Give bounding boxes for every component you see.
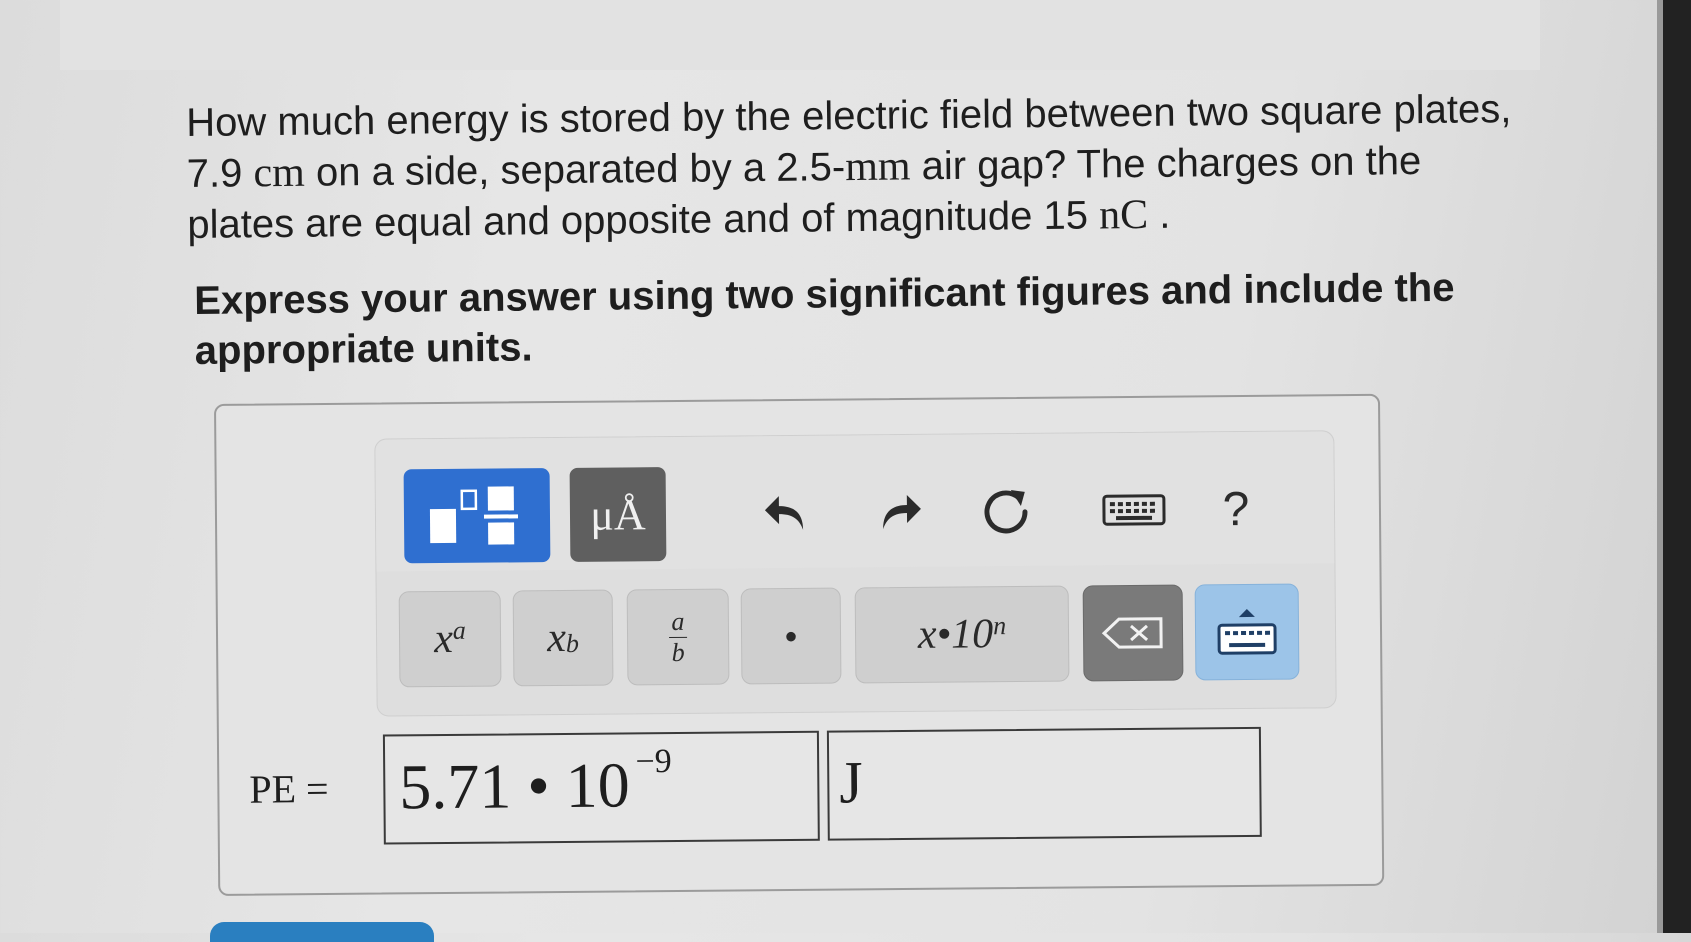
superscript-base: x [434,615,454,663]
multiply-dot-key[interactable]: • [740,587,842,685]
help-label: ? [1222,482,1250,536]
sci-base: x•10 [917,611,994,658]
superscript-exponent: a [452,615,466,645]
question-line-2-end: air gap? The charges on the [921,139,1422,189]
subscript-base: x [547,614,567,662]
answer-unit: J [839,749,863,816]
subscript-key[interactable]: xb [512,589,614,687]
reset-button[interactable] [976,476,1037,547]
answer-exponent: −9 [635,742,672,781]
answer-mantissa: 5.71 • 10 [399,749,631,823]
submit-button[interactable] [210,922,434,942]
side-length-unit: cm [253,149,306,197]
backspace-icon [1101,617,1163,649]
question-text: How much energy is stored by the electri… [186,83,1578,251]
header-band [60,0,1540,70]
fraction-numerator: a [671,606,685,636]
help-button[interactable]: ? [1206,474,1267,545]
dot-label: • [783,613,799,659]
answer-panel: μÅ ? x a x b a b • x•10 n PE = 5.71 • 10… [214,393,1385,896]
redo-button[interactable] [868,477,929,548]
keyboard-toggle-button[interactable] [1096,475,1173,546]
backspace-key[interactable] [1082,584,1184,682]
question-line-3-text: plates are equal and opposite and of mag… [187,193,1089,247]
superscript-key[interactable]: xa [398,590,502,688]
monitor-bezel [1663,0,1691,933]
keyboard-expand-key[interactable] [1194,583,1300,681]
question-line-1: How much energy is stored by the electri… [186,87,1512,145]
templates-icon [429,486,519,545]
scientific-notation-key[interactable]: x•10 n [854,585,1070,684]
sci-exponent: n [993,611,1007,641]
answer-label: PE = [249,766,329,812]
subscript-index: b [565,628,580,658]
units-label: μÅ [590,489,646,540]
keyboard-caret-icon [1217,608,1277,655]
gap-unit: mm [844,143,911,191]
question-period: . [1158,192,1171,237]
answer-value-input[interactable]: 5.71 • 10 −9 [382,730,820,845]
keyboard-icon [1102,494,1166,526]
fraction-denominator: b [671,637,685,667]
redo-icon [883,494,921,530]
units-button[interactable]: μÅ [569,467,667,562]
question-line-2-text: on a side, separated by a 2.5- [315,145,846,195]
reset-icon [984,490,1028,534]
answer-unit-input[interactable]: J [826,726,1262,841]
math-toolbar: μÅ ? x a x b a b • x•10 n [374,430,1337,717]
instruction-text: Express your answer using two significan… [194,265,1455,373]
templates-button[interactable] [403,468,551,564]
undo-button[interactable] [758,478,819,549]
side-length-value: 7.9 [186,151,243,196]
fraction-key[interactable]: a b [626,588,730,686]
charge-unit: nC [1098,191,1149,239]
undo-icon [764,496,804,530]
